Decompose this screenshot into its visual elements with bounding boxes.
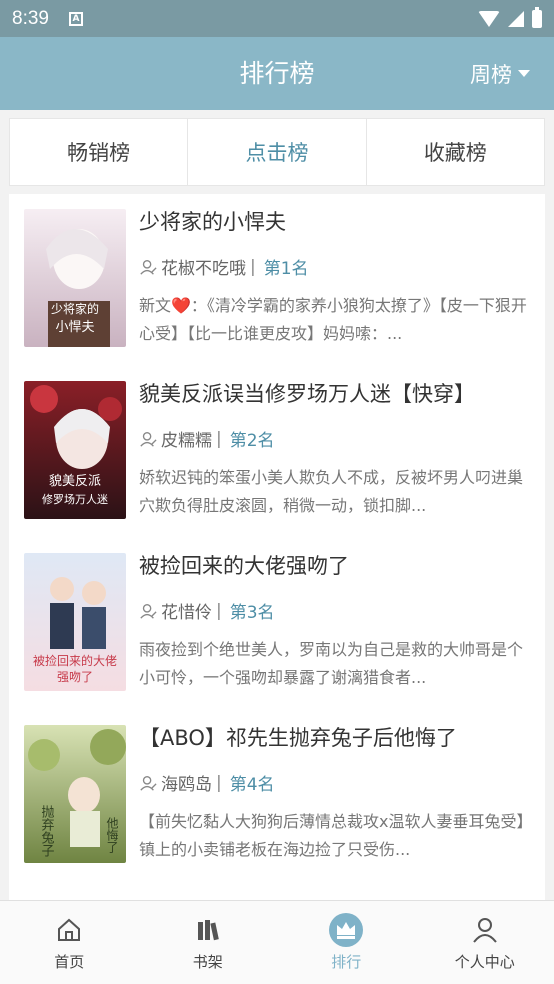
period-dropdown[interactable]: 周榜: [470, 37, 530, 110]
caret-down-icon: [518, 70, 530, 77]
wifi-icon: [478, 10, 500, 27]
nav-ranking-label: 排行: [331, 953, 362, 971]
book-description: 【前失忆黏人大狗狗后薄情总裁攻x温软人妻垂耳兔受】镇上的小卖铺老板在海边捡了只受…: [139, 812, 533, 859]
svg-text:少将家的: 少将家的: [51, 301, 99, 316]
bottom-nav: 首页 书架 排行 个人中心: [0, 900, 554, 984]
ranking-tabs: 畅销榜 点击榜 收藏榜: [9, 118, 545, 186]
crown-icon: [329, 913, 364, 947]
book-author: 海鸥岛: [161, 775, 212, 795]
home-icon: [52, 913, 86, 947]
nav-bookshelf[interactable]: 书架: [139, 901, 278, 984]
meta-divider: |: [216, 428, 222, 449]
book-author: 皮糯糯: [161, 431, 212, 451]
author-icon: [140, 431, 157, 447]
svg-text:被捡回来的大佬: 被捡回来的大佬: [33, 653, 117, 668]
list-item[interactable]: 抛弃兔子 他悔了 【ABO】祁先生抛弃兔子后他悔了 海鸥岛 | 第4名 【前失忆…: [9, 710, 545, 882]
svg-text:抛弃兔子: 抛弃兔子: [39, 805, 55, 857]
meta-divider: |: [216, 600, 222, 621]
bookshelf-icon: [191, 913, 225, 947]
author-icon: [140, 603, 157, 619]
tab-clicks[interactable]: 点击榜: [188, 119, 367, 185]
book-title[interactable]: 【ABO】祁先生抛弃兔子后他悔了: [139, 722, 457, 752]
svg-text:他悔了: 他悔了: [105, 817, 119, 853]
nav-home-label: 首页: [54, 953, 85, 971]
person-icon: [468, 913, 502, 947]
period-label: 周榜: [470, 62, 512, 87]
svg-text:小悍夫: 小悍夫: [55, 320, 94, 335]
book-title[interactable]: 被捡回来的大佬强吻了: [139, 550, 349, 580]
signal-icon: [508, 10, 524, 27]
nav-profile-label: 个人中心: [454, 953, 515, 971]
list-item[interactable]: 貌美反派 修罗场万人迷 貌美反派误当修罗场万人迷【快穿】 皮糯糯 | 第2名 娇…: [9, 366, 545, 538]
author-icon: [140, 775, 157, 791]
book-description: 娇软迟钝的笨蛋小美人欺负人不成，反被坏男人叼进巢穴欺负得肚皮滚圆，稍微一动，锁扣…: [139, 468, 524, 515]
book-list: 少将家的 小悍夫 少将家的小悍夫 花椒不吃哦 | 第1名 新文❤️：《清冷学霸的…: [9, 194, 545, 900]
meta-divider: |: [250, 256, 256, 277]
svg-text:貌美反派: 貌美反派: [49, 474, 101, 489]
list-item[interactable]: 少将家的 小悍夫 少将家的小悍夫 花椒不吃哦 | 第1名 新文❤️：《清冷学霸的…: [9, 194, 545, 366]
tab-bestseller[interactable]: 畅销榜: [10, 119, 189, 185]
book-author: 花惜伶: [161, 603, 212, 623]
notification-icon: A: [68, 11, 83, 26]
status-time: 8:39: [12, 7, 49, 29]
battery-icon: [532, 6, 542, 28]
nav-ranking[interactable]: 排行: [277, 901, 416, 984]
book-meta: 海鸥岛 | 第4名: [139, 770, 275, 795]
nav-home[interactable]: 首页: [0, 901, 139, 984]
book-cover[interactable]: 貌美反派 修罗场万人迷: [24, 381, 126, 519]
book-meta: 皮糯糯 | 第2名: [139, 426, 275, 451]
meta-divider: |: [216, 772, 222, 793]
book-rank: 第4名: [229, 775, 275, 795]
tab-favorites[interactable]: 收藏榜: [367, 119, 544, 185]
book-rank: 第2名: [229, 431, 275, 451]
svg-text:修罗场万人迷: 修罗场万人迷: [42, 492, 108, 506]
book-meta: 花惜伶 | 第3名: [139, 598, 275, 623]
book-cover[interactable]: 被捡回来的大佬 强吻了: [24, 553, 126, 691]
book-author: 花椒不吃哦: [161, 259, 246, 279]
book-cover[interactable]: 少将家的 小悍夫: [24, 209, 126, 347]
book-title[interactable]: 少将家的小悍夫: [139, 206, 286, 236]
book-rank: 第3名: [229, 603, 275, 623]
book-rank: 第1名: [263, 259, 309, 279]
book-meta: 花椒不吃哦 | 第1名: [139, 254, 309, 279]
nav-profile[interactable]: 个人中心: [416, 901, 554, 984]
book-description: 雨夜捡到个绝世美人，罗南以为自己是救的大帅哥是个小可怜，一个强吻却暴露了谢漓猎食…: [139, 640, 524, 687]
list-item[interactable]: 被捡回来的大佬 强吻了 被捡回来的大佬强吻了 花惜伶 | 第3名 雨夜捡到个绝世…: [9, 538, 545, 710]
status-bar: 8:39 A: [0, 0, 554, 37]
author-icon: [140, 259, 157, 275]
svg-text:强吻了: 强吻了: [57, 670, 93, 684]
book-description: 新文❤️：《清冷学霸的家养小狼狗太撩了》【皮一下狠开心受】【比一比谁更皮攻】妈妈…: [139, 296, 527, 343]
book-title[interactable]: 貌美反派误当修罗场万人迷【快穿】: [139, 378, 475, 408]
nav-bookshelf-label: 书架: [192, 953, 223, 971]
book-cover[interactable]: 抛弃兔子 他悔了: [24, 725, 126, 863]
app-bar: 排行榜 周榜: [0, 37, 554, 110]
